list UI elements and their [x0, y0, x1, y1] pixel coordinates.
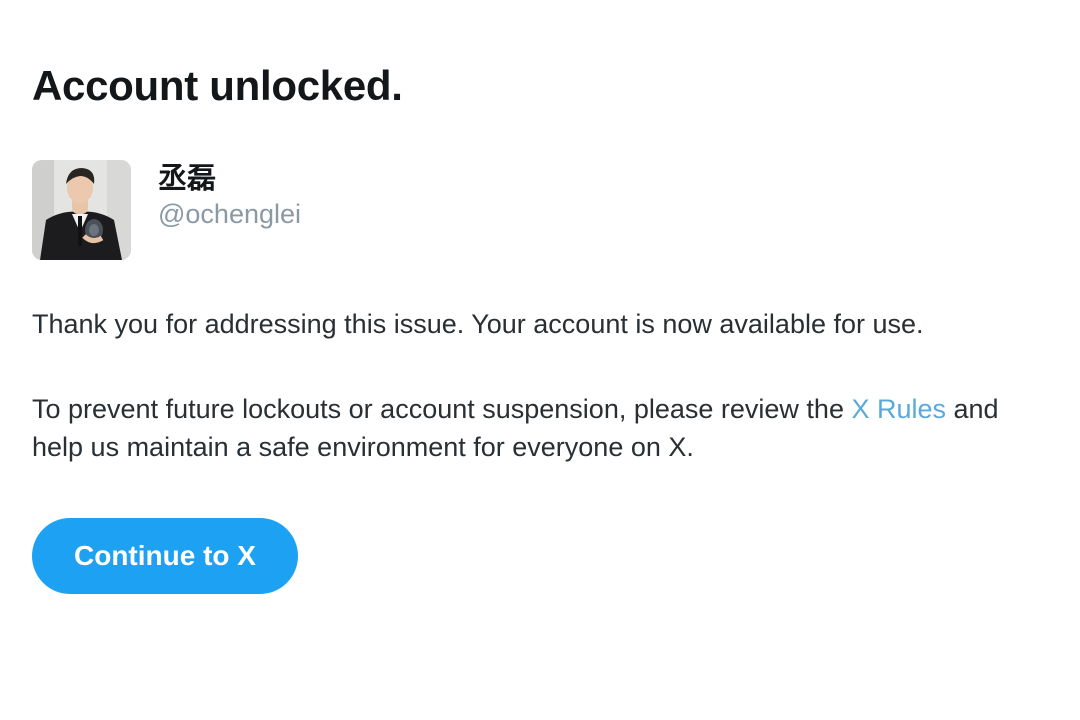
- avatar-photo-icon: [32, 160, 131, 260]
- profile-card: 丞磊 @ochenglei: [32, 160, 1042, 260]
- user-handle: @ochenglei: [158, 199, 302, 229]
- rules-message: To prevent future lockouts or account su…: [32, 390, 1042, 466]
- profile-text: 丞磊 @ochenglei: [158, 160, 301, 232]
- display-name: 丞磊: [158, 161, 217, 195]
- unlock-message: Thank you for addressing this issue. You…: [32, 309, 924, 339]
- continue-button[interactable]: Continue to X: [32, 518, 298, 594]
- x-rules-link[interactable]: X Rules: [851, 394, 946, 424]
- page-title: Account unlocked.: [32, 62, 403, 109]
- rules-message-before: To prevent future lockouts or account su…: [32, 394, 852, 424]
- avatar: [32, 160, 131, 260]
- account-unlocked-page: Account unlocked. 丞磊 @ochenglei Thank yo…: [32, 58, 1042, 594]
